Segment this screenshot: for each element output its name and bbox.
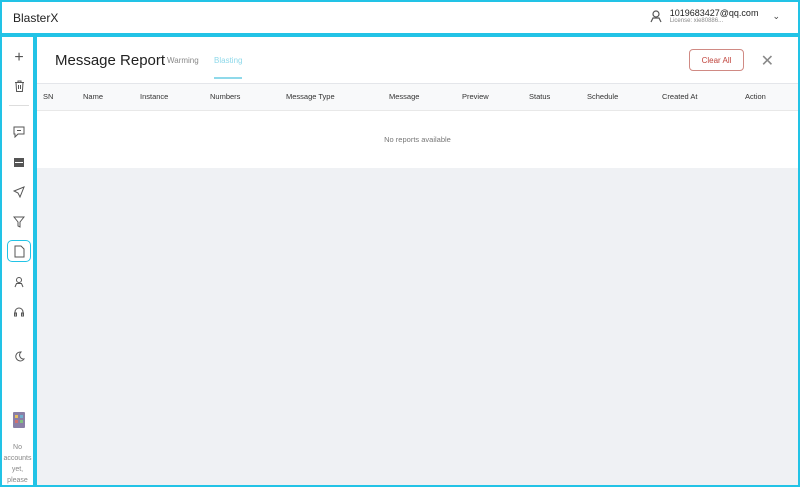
template-icon[interactable]	[7, 151, 31, 173]
col-name: Name	[77, 84, 134, 111]
message-icon[interactable]	[7, 121, 31, 143]
close-icon[interactable]: ✕	[761, 51, 774, 71]
col-instance: Instance	[134, 84, 204, 111]
clear-all-button[interactable]: Clear All	[689, 49, 744, 71]
col-schedule: Schedule	[581, 84, 656, 111]
message-report-panel: Message Report Warming Blasting Clear Al…	[35, 35, 800, 487]
col-preview: Preview	[456, 84, 523, 111]
chevron-down-icon[interactable]: ⌄	[772, 11, 780, 22]
app-title: BlasterX	[13, 11, 59, 25]
headphones-icon[interactable]	[7, 301, 31, 323]
page-title: Message Report	[55, 52, 166, 69]
send-icon[interactable]	[7, 181, 31, 203]
col-action: Action	[739, 84, 798, 111]
license-text: License: xie80886...	[669, 18, 724, 24]
report-icon[interactable]	[7, 240, 31, 262]
col-message: Message	[383, 84, 456, 111]
dark-mode-icon[interactable]	[7, 345, 31, 367]
tab-warming[interactable]: Warming	[167, 56, 199, 65]
no-accounts-text: No accounts yet, please	[3, 444, 32, 484]
col-message-type: Message Type	[280, 84, 383, 111]
filter-icon[interactable]	[7, 211, 31, 233]
col-status: Status	[523, 84, 581, 111]
sidebar: + No accounts yet, please	[0, 35, 35, 487]
col-created-at: Created At	[656, 84, 739, 111]
tab-blasting[interactable]: Blasting	[214, 56, 243, 79]
trash-icon[interactable]	[7, 75, 31, 97]
col-sn: SN	[37, 84, 77, 111]
add-icon[interactable]: +	[7, 47, 31, 69]
user-icon	[650, 9, 662, 22]
user-menu[interactable]: 1019683427@qq.com License: xie80886... ⌄	[650, 8, 780, 24]
contact-icon[interactable]	[7, 271, 31, 293]
user-email: 1019683427@qq.com	[669, 8, 759, 18]
calculator-icon	[7, 409, 31, 431]
col-numbers: Numbers	[204, 84, 280, 111]
empty-state: No reports available	[384, 134, 451, 144]
report-table: SN Name Instance Numbers Message Type Me…	[37, 84, 798, 168]
app-header: BlasterX 1019683427@qq.com License: xie80…	[0, 0, 800, 35]
